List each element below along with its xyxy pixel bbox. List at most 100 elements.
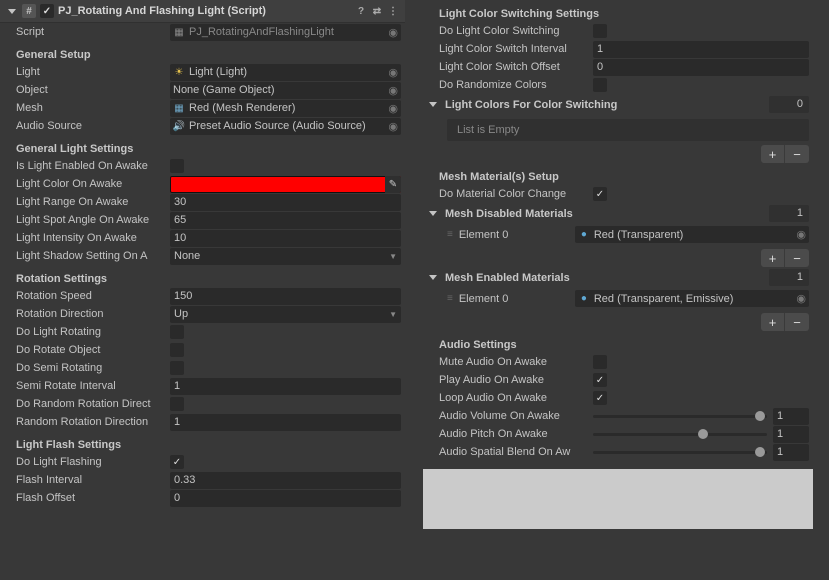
drag-handle-icon[interactable]: ≡ xyxy=(447,229,453,240)
list-empty-text: List is Empty xyxy=(447,119,809,141)
play-audio-checkbox[interactable]: ✓ xyxy=(593,373,607,387)
object-picker-icon[interactable]: ◉ xyxy=(388,102,398,115)
audio-spatial-input[interactable]: 1 xyxy=(773,444,809,461)
do-random-rotation-checkbox[interactable] xyxy=(170,397,184,411)
loop-audio-checkbox[interactable]: ✓ xyxy=(593,391,607,405)
light-color-label: Light Color On Awake xyxy=(16,178,170,190)
rotation-dir-label: Rotation Direction xyxy=(16,308,170,320)
audio-source-field[interactable]: 🔊 Preset Audio Source (Audio Source) ◉ xyxy=(170,118,401,135)
script-field: ▦ PJ_RotatingAndFlashingLight ◉ xyxy=(170,24,401,41)
semi-rotate-interval-label: Semi Rotate Interval xyxy=(16,380,170,392)
eyedropper-icon[interactable]: ✎ xyxy=(385,176,401,193)
do-random-rotation-label: Do Random Rotation Direct xyxy=(16,398,170,410)
component-header[interactable]: # ✓ PJ_Rotating And Flashing Light (Scri… xyxy=(0,0,405,23)
object-picker-icon[interactable]: ◉ xyxy=(388,120,398,133)
light-range-input[interactable] xyxy=(170,194,401,211)
section-rotation: Rotation Settings xyxy=(0,265,405,287)
element-label: Element 0 xyxy=(459,229,569,241)
preset-icon[interactable]: ⇄ xyxy=(371,5,383,17)
mesh-label: Mesh xyxy=(16,102,170,114)
object-picker-icon[interactable]: ◉ xyxy=(796,292,806,305)
do-light-flashing-checkbox[interactable]: ✓ xyxy=(170,455,184,469)
mesh-disabled-title: Mesh Disabled Materials xyxy=(445,208,763,220)
audio-pitch-slider[interactable] xyxy=(593,433,767,436)
enabled-checkbox[interactable]: ✓ xyxy=(40,4,54,18)
array-remove-button[interactable]: − xyxy=(785,145,809,163)
foldout-arrow-icon[interactable] xyxy=(8,9,16,14)
section-color-switch: Light Color Switching Settings xyxy=(423,6,813,22)
array-remove-button[interactable]: − xyxy=(785,249,809,267)
do-rotate-object-checkbox[interactable] xyxy=(170,343,184,357)
object-picker-icon[interactable]: ◉ xyxy=(388,84,398,97)
mesh-disabled-array-header[interactable]: Mesh Disabled Materials 1 xyxy=(423,203,813,224)
rotation-speed-input[interactable] xyxy=(170,288,401,305)
foldout-arrow-icon[interactable] xyxy=(429,211,437,216)
light-enabled-checkbox[interactable] xyxy=(170,159,184,173)
do-light-rotating-checkbox[interactable] xyxy=(170,325,184,339)
drag-handle-icon[interactable]: ≡ xyxy=(447,293,453,304)
play-audio-label: Play Audio On Awake xyxy=(439,374,593,386)
script-label: Script xyxy=(16,26,170,38)
light-colors-count[interactable]: 0 xyxy=(769,96,809,113)
array-add-button[interactable]: + xyxy=(761,249,785,267)
object-picker-icon[interactable]: ◉ xyxy=(796,228,806,241)
audio-icon: 🔊 xyxy=(173,120,185,132)
light-color-field[interactable]: ✎ xyxy=(170,176,401,193)
light-spot-input[interactable] xyxy=(170,212,401,229)
random-rotation-interval-label: Random Rotation Direction xyxy=(16,416,170,428)
object-field[interactable]: None (Game Object) ◉ xyxy=(170,82,401,99)
do-semi-rotating-checkbox[interactable] xyxy=(170,361,184,375)
color-switch-offset-label: Light Color Switch Offset xyxy=(439,61,593,73)
array-remove-button[interactable]: − xyxy=(785,313,809,331)
array-add-button[interactable]: + xyxy=(761,313,785,331)
object-label: Object xyxy=(16,84,170,96)
light-range-label: Light Range On Awake xyxy=(16,196,170,208)
audio-volume-slider[interactable] xyxy=(593,415,767,418)
do-color-switch-checkbox[interactable] xyxy=(593,24,607,38)
flash-interval-input[interactable] xyxy=(170,472,401,489)
foldout-arrow-icon[interactable] xyxy=(429,275,437,280)
color-switch-interval-input[interactable] xyxy=(593,41,809,58)
do-randomize-colors-checkbox[interactable] xyxy=(593,78,607,92)
light-colors-title: Light Colors For Color Switching xyxy=(445,99,763,111)
foldout-arrow-icon[interactable] xyxy=(429,102,437,107)
object-picker-icon[interactable]: ◉ xyxy=(388,26,398,39)
light-intensity-label: Light Intensity On Awake xyxy=(16,232,170,244)
do-randomize-colors-label: Do Randomize Colors xyxy=(439,79,593,91)
mesh-icon: ▦ xyxy=(173,102,185,114)
color-switch-offset-input[interactable] xyxy=(593,59,809,76)
flash-offset-label: Flash Offset xyxy=(16,492,170,504)
menu-icon[interactable]: ⋮ xyxy=(387,5,399,17)
script-icon: # xyxy=(22,4,36,18)
mute-audio-label: Mute Audio On Awake xyxy=(439,356,593,368)
audio-spatial-slider[interactable] xyxy=(593,451,767,454)
semi-rotate-interval-input[interactable] xyxy=(170,378,401,395)
light-intensity-input[interactable] xyxy=(170,230,401,247)
random-rotation-interval-input[interactable] xyxy=(170,414,401,431)
audio-source-label: Audio Source xyxy=(16,120,170,132)
help-icon[interactable]: ? xyxy=(355,5,367,17)
audio-pitch-input[interactable]: 1 xyxy=(773,426,809,443)
element-label: Element 0 xyxy=(459,293,569,305)
section-audio: Audio Settings xyxy=(423,331,813,353)
do-material-change-checkbox[interactable]: ✓ xyxy=(593,187,607,201)
mesh-disabled-count[interactable]: 1 xyxy=(769,205,809,222)
do-light-flashing-label: Do Light Flashing xyxy=(16,456,170,468)
material-field[interactable]: ● Red (Transparent, Emissive) ◉ xyxy=(575,290,809,307)
audio-volume-input[interactable]: 1 xyxy=(773,408,809,425)
light-colors-array-header[interactable]: Light Colors For Color Switching 0 xyxy=(423,94,813,115)
loop-audio-label: Loop Audio On Awake xyxy=(439,392,593,404)
mesh-enabled-title: Mesh Enabled Materials xyxy=(445,272,763,284)
object-picker-icon[interactable]: ◉ xyxy=(388,66,398,79)
mute-audio-checkbox[interactable] xyxy=(593,355,607,369)
light-shadow-dropdown[interactable]: None▼ xyxy=(170,248,401,265)
material-field[interactable]: ● Red (Transparent) ◉ xyxy=(575,226,809,243)
mesh-enabled-count[interactable]: 1 xyxy=(769,269,809,286)
mesh-enabled-array-header[interactable]: Mesh Enabled Materials 1 xyxy=(423,267,813,288)
mesh-field[interactable]: ▦ Red (Mesh Renderer) ◉ xyxy=(170,100,401,117)
array-add-button[interactable]: + xyxy=(761,145,785,163)
rotation-dir-dropdown[interactable]: Up▼ xyxy=(170,306,401,323)
color-switch-interval-label: Light Color Switch Interval xyxy=(439,43,593,55)
light-field[interactable]: ☀ Light (Light) ◉ xyxy=(170,64,401,81)
flash-offset-input[interactable] xyxy=(170,490,401,507)
